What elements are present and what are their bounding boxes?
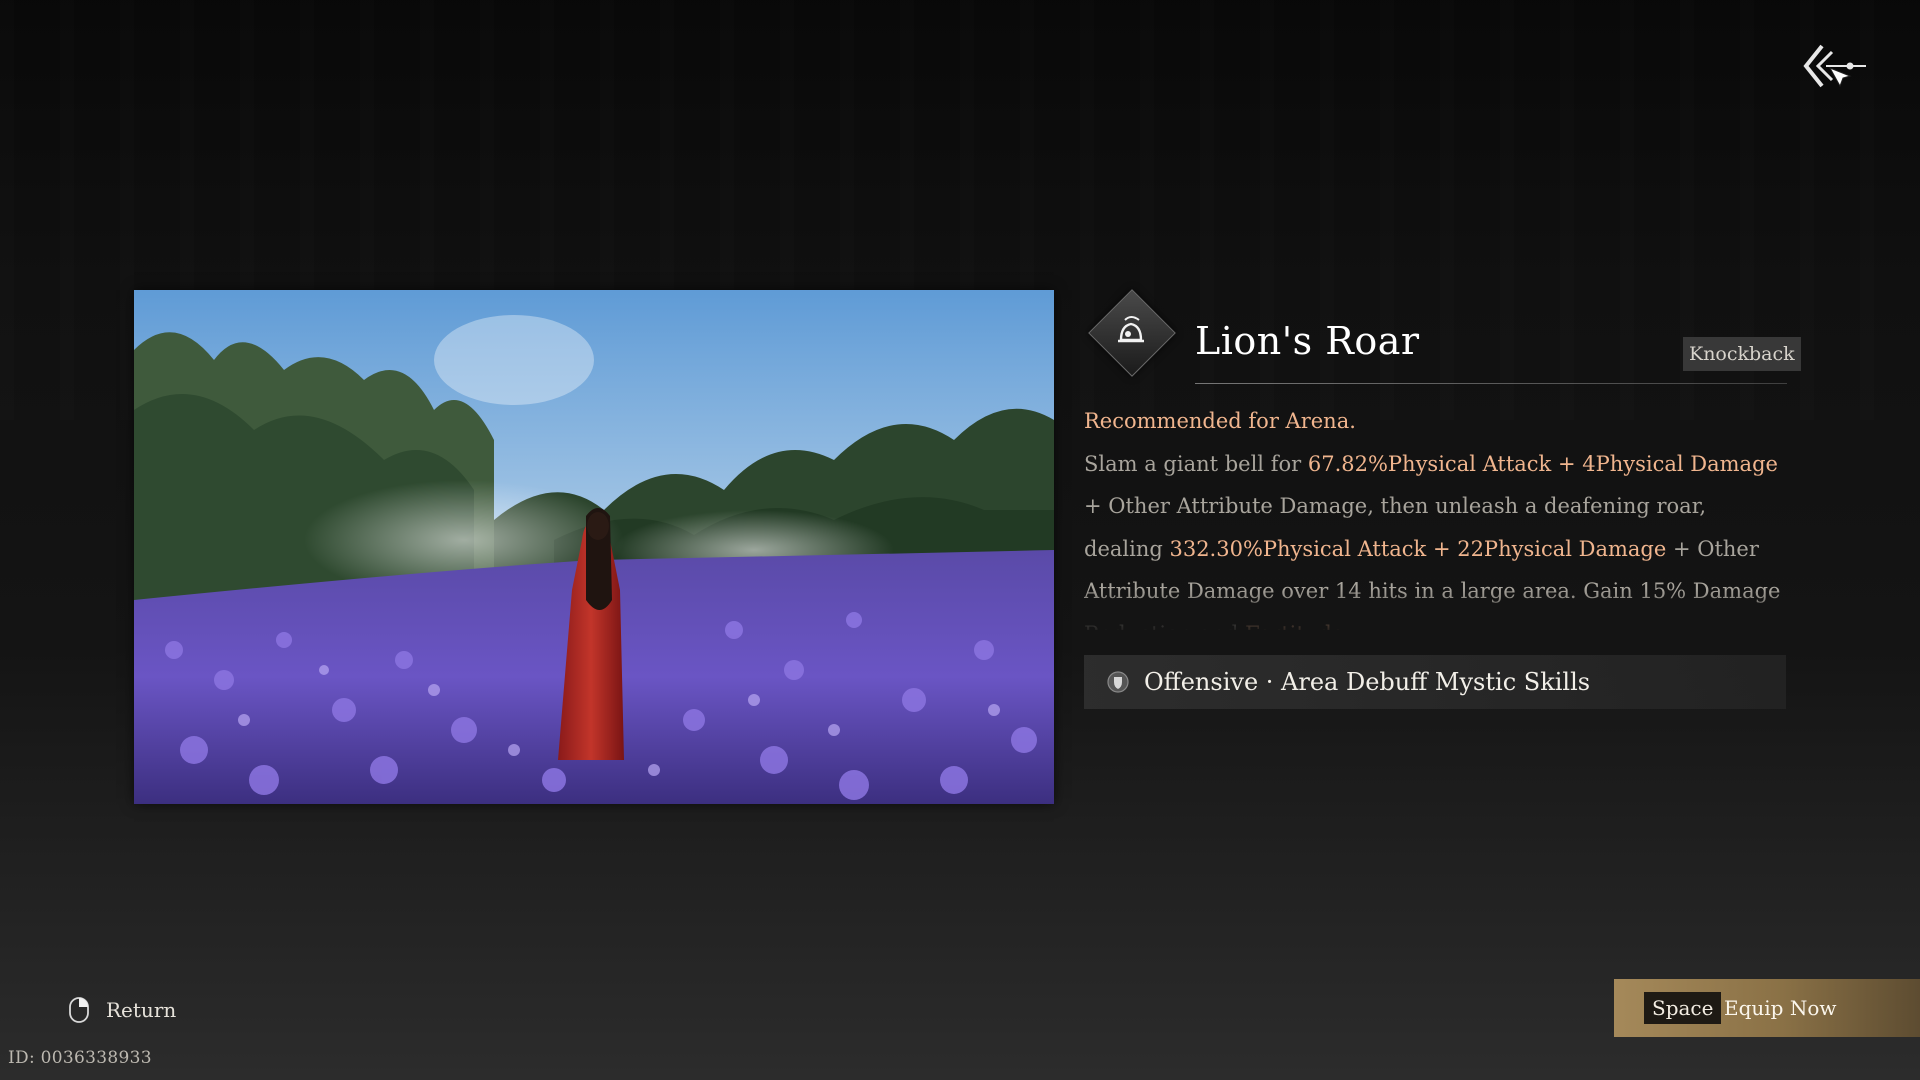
title-divider xyxy=(1195,383,1787,384)
back-button[interactable] xyxy=(1800,38,1870,98)
shield-icon xyxy=(1107,671,1129,693)
player-id: ID: 0036338933 xyxy=(8,1048,152,1068)
description-text-1: Slam a giant bell for xyxy=(1084,451,1308,476)
skill-title: Lion's Roar xyxy=(1195,319,1420,363)
skill-tag-badge: Knockback xyxy=(1683,337,1801,371)
mouse-right-icon xyxy=(69,997,89,1023)
recommendation-text: Recommended for Arena. xyxy=(1084,409,1356,433)
space-key-hint: Space xyxy=(1644,992,1722,1024)
flower-field-scene xyxy=(134,290,1054,804)
skill-description: Recommended for Arena. Slam a giant bell … xyxy=(1084,400,1784,630)
skill-category-bar: Offensive · Area Debuff Mystic Skills xyxy=(1084,655,1786,709)
skill-detail-screen: Lion's Roar Knockback Recommended for Ar… xyxy=(0,0,1920,1080)
description-highlight-3: Fortitude xyxy=(1245,622,1344,631)
skill-icon xyxy=(1087,288,1176,377)
return-button[interactable]: Return xyxy=(68,994,176,1026)
bell-roar-icon xyxy=(1118,316,1144,343)
skill-category-label: Offensive · Area Debuff Mystic Skills xyxy=(1144,668,1591,696)
description-highlight-1: 67.82%Physical Attack + 4Physical Damage xyxy=(1307,451,1778,476)
equip-now-label: Equip Now xyxy=(1724,996,1837,1020)
back-arrow-icon xyxy=(1803,44,1866,88)
return-label: Return xyxy=(106,998,177,1022)
description-highlight-2: 332.30%Physical Attack + 22Physical Dama… xyxy=(1169,536,1667,561)
equip-now-button[interactable]: Space Equip Now xyxy=(1614,979,1920,1037)
skill-preview-image xyxy=(134,290,1054,804)
